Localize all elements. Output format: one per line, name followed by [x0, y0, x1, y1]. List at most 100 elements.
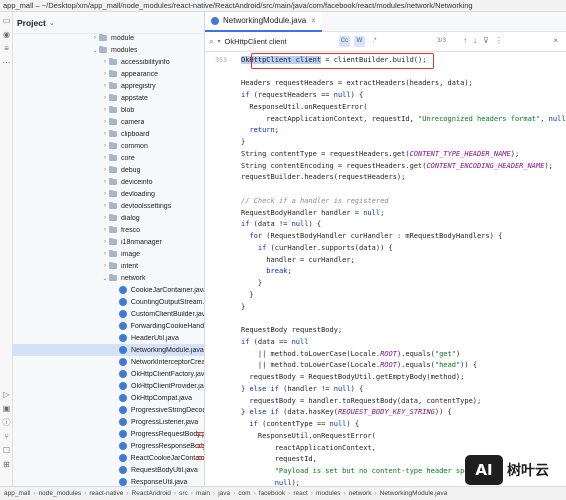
chevron-right-icon[interactable]: › [101, 59, 109, 65]
tree-folder[interactable]: › core [13, 152, 204, 164]
code-line[interactable]: if (contentType == null) { [205, 418, 566, 430]
breadcrumb-item[interactable]: › node_modules [30, 490, 81, 497]
code-line[interactable]: } else if (data.hasKey(REQUEST_BODY_KEY_… [205, 407, 566, 419]
whole-word-toggle[interactable]: W [354, 36, 365, 47]
code-area[interactable]: 353 OkHttpClient client = clientBuilder.b… [205, 54, 566, 486]
chevron-down-icon[interactable]: ⌄ [101, 275, 109, 282]
chevron-right-icon[interactable]: › [101, 203, 109, 209]
tree-file[interactable]: ReactCookieJarContaine [13, 452, 204, 464]
breadcrumb-item[interactable]: › facebook [251, 490, 286, 497]
tree-folder[interactable]: › appearance [13, 68, 204, 80]
chevron-right-icon[interactable]: › [101, 179, 109, 185]
code-line[interactable]: String contentEncoding = requestHeaders.… [205, 160, 566, 172]
breadcrumb-item[interactable]: › modules [308, 490, 341, 497]
close-icon[interactable]: × [311, 16, 316, 25]
tree-folder[interactable]: › common [13, 140, 204, 152]
folder-icon[interactable]: ▭ [2, 16, 11, 25]
tree-folder[interactable]: › appstate [13, 92, 204, 104]
code-line[interactable] [205, 313, 566, 325]
chevron-right-icon[interactable]: › [101, 167, 109, 173]
code-line[interactable]: } [205, 277, 566, 289]
chevron-right-icon[interactable]: › [101, 119, 109, 125]
tree-folder[interactable]: ⌄ modules [13, 44, 204, 56]
filter-icon[interactable]: ⊽ [483, 36, 489, 45]
terminal-icon[interactable]: ▣ [2, 404, 11, 413]
code-line[interactable]: requestBody = RequestBodyUtil.getEmptyBo… [205, 371, 566, 383]
tree-folder[interactable]: › accessibilityinfo [13, 56, 204, 68]
chevron-right-icon[interactable]: › [101, 263, 109, 269]
code-line[interactable]: } [205, 289, 566, 301]
tree-file[interactable]: ProgressResponseBody. [13, 440, 204, 452]
breadcrumb-item[interactable]: › network [341, 490, 372, 497]
tree-file[interactable]: ProgressListener.java [13, 416, 204, 428]
tree-folder[interactable]: › devtoolssettings [13, 200, 204, 212]
tree-folder[interactable]: › deviceinfo [13, 176, 204, 188]
tree-file[interactable]: HeaderUtil.java [13, 332, 204, 344]
breadcrumb-item[interactable]: app_mall [4, 490, 30, 497]
chevron-right-icon[interactable]: › [101, 143, 109, 149]
close-find-icon[interactable]: × [553, 36, 558, 45]
code-line[interactable]: // Check if a handler is registered [205, 195, 566, 207]
code-line[interactable]: } [205, 301, 566, 313]
tree-folder[interactable]: › intent [13, 260, 204, 272]
tree-folder[interactable]: › i18nmanager [13, 236, 204, 248]
tree-file[interactable]: ProgressRequestBody.ja [13, 428, 204, 440]
code-line[interactable]: requestBody = handler.toRequestBody(data… [205, 395, 566, 407]
chevron-right-icon[interactable]: › [101, 83, 109, 89]
structure-icon[interactable]: ≡ [2, 44, 11, 53]
tree-folder[interactable]: › image [13, 248, 204, 260]
chevron-right-icon[interactable]: › [101, 131, 109, 137]
tree-folder[interactable]: › camera [13, 116, 204, 128]
next-occurrence-icon[interactable]: ↓ [473, 36, 477, 45]
tree-file[interactable]: CookieJarContainer.java [13, 284, 204, 296]
code-line[interactable]: for (RequestBodyHandler curHandler : mRe… [205, 230, 566, 242]
breadcrumb-item[interactable]: › ReactAndroid [123, 490, 171, 497]
code-line[interactable]: String contentType = requestHeaders.get(… [205, 148, 566, 160]
problems-icon[interactable]: ⓘ [2, 418, 11, 427]
code-line[interactable]: if (requestHeaders == null) { [205, 89, 566, 101]
breadcrumb-item[interactable]: › src [171, 490, 188, 497]
tree-file[interactable]: ForwardingCookieHandle [13, 320, 204, 332]
code-line[interactable]: break; [205, 266, 566, 278]
chevron-right-icon[interactable]: › [101, 107, 109, 113]
code-line[interactable]: if (data == null [205, 336, 566, 348]
code-line[interactable]: if (data != null) { [205, 219, 566, 231]
code-line[interactable]: 353 OkHttpClient client = clientBuilder.b… [205, 54, 566, 66]
git-icon[interactable]: ⑂ [2, 432, 11, 441]
chevron-right-icon[interactable]: › [101, 71, 109, 77]
tree-folder[interactable]: › appregistry [13, 80, 204, 92]
chevron-right-icon[interactable]: › [101, 251, 109, 257]
code-line[interactable]: reactApplicationContext, requestId, "Unr… [205, 113, 566, 125]
chevron-right-icon[interactable]: › [101, 95, 109, 101]
search-input[interactable]: OkHttpClient client [225, 37, 287, 46]
match-case-toggle[interactable]: Cc [339, 36, 350, 47]
breadcrumb-item[interactable]: › react-native [81, 490, 123, 497]
code-line[interactable]: } [205, 136, 566, 148]
tree-file[interactable]: CustomClientBuilder.jav [13, 308, 204, 320]
project-header[interactable]: Project ⌄ [13, 12, 204, 34]
code-line[interactable]: } else if (handler != null) { [205, 383, 566, 395]
chevron-right-icon[interactable]: › [101, 191, 109, 197]
tree-file[interactable]: NetworkInterceptorCrea [13, 356, 204, 368]
chevron-right-icon[interactable]: › [101, 215, 109, 221]
code-line[interactable]: || method.toLowerCase(Locale.ROOT).equal… [205, 348, 566, 360]
tree-folder[interactable]: › clipboard [13, 128, 204, 140]
run-icon[interactable]: ▷ [2, 390, 11, 399]
regex-toggle[interactable]: .* [369, 36, 380, 47]
tree-file[interactable]: CountingOutputStream.j [13, 296, 204, 308]
code-line[interactable]: || method.toLowerCase(Locale.ROOT).equal… [205, 360, 566, 372]
breadcrumb-item[interactable]: › com [230, 490, 250, 497]
tree-folder[interactable]: › blob [13, 104, 204, 116]
code-line[interactable]: RequestBody requestBody; [205, 324, 566, 336]
chevron-right-icon[interactable]: › [101, 155, 109, 161]
breadcrumb-item[interactable]: › NetworkingModule.java [371, 490, 447, 497]
layout-icon[interactable]: ⊞ [2, 460, 11, 469]
chevron-down-icon[interactable]: ⌄ [49, 19, 55, 27]
tree-folder[interactable]: › dialog [13, 212, 204, 224]
chevron-down-icon[interactable]: ⌄ [91, 47, 99, 54]
tree-file[interactable]: OkHttpClientProvider.ja [13, 380, 204, 392]
commit-icon[interactable]: ◉ [2, 30, 11, 39]
tree-file[interactable]: RequestBodyUtil.java [13, 464, 204, 476]
todo-icon[interactable]: ☐ [2, 446, 11, 455]
tree-folder[interactable]: › debug [13, 164, 204, 176]
